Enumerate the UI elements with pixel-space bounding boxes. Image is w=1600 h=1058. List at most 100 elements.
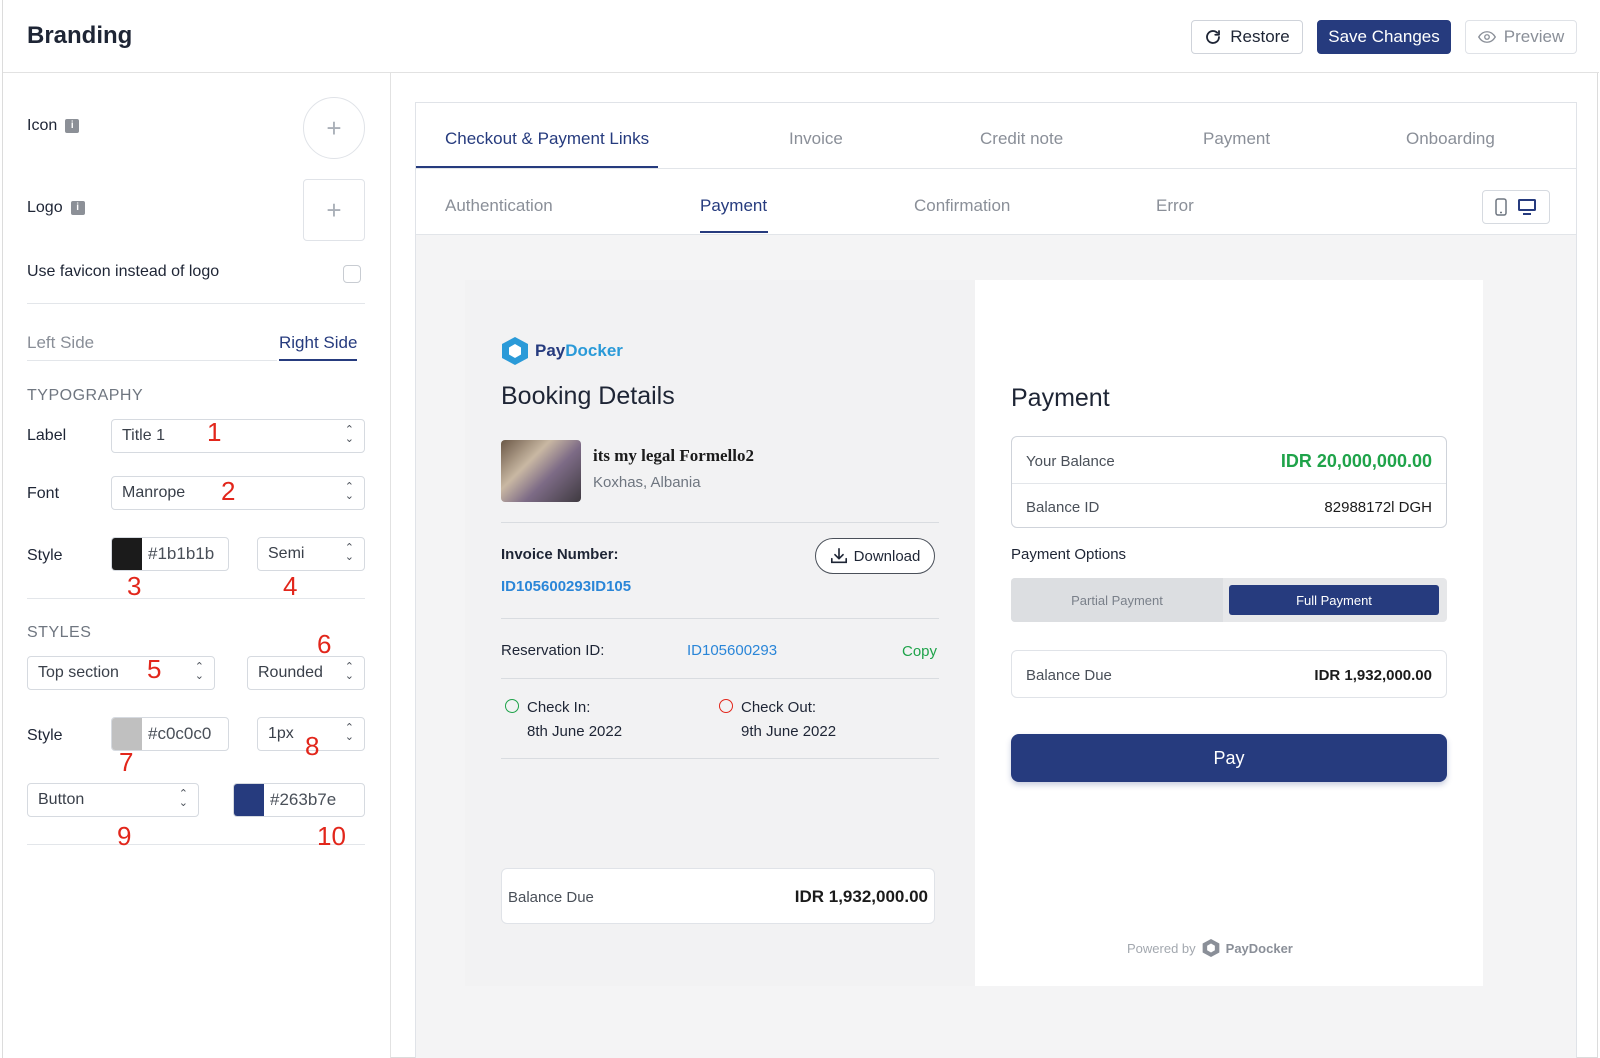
balance-due-value: IDR 1,932,000.00 — [794, 887, 928, 906]
styles-heading: STYLES — [27, 624, 92, 641]
sub-tabs: Authentication Payment Confirmation Erro… — [416, 169, 1576, 235]
section-select[interactable]: Top section ⌃ ⌄ — [27, 656, 215, 690]
download-button[interactable]: Download — [815, 538, 935, 574]
border-color-field[interactable]: #c0c0c0 — [111, 717, 229, 751]
pay-button[interactable]: Pay — [1011, 734, 1447, 782]
font-weight-value: Semi — [268, 545, 305, 562]
property-thumbnail — [501, 440, 581, 502]
divider — [501, 618, 939, 619]
annotation-number: 8 — [305, 731, 320, 761]
font-weight-select[interactable]: Semi ⌃ ⌄ — [257, 537, 365, 571]
chevron-updown-icon: ⌃ ⌄ — [344, 542, 354, 563]
device-toggle — [1482, 190, 1550, 224]
element-select-value: Button — [38, 791, 85, 808]
tab-left-side[interactable]: Left Side — [27, 333, 94, 353]
chevron-updown-icon: ⌃ ⌄ — [344, 722, 354, 743]
tab-payment-step[interactable]: Payment — [700, 196, 767, 216]
tab-payment[interactable]: Payment — [1203, 129, 1270, 149]
partial-payment-option[interactable]: Partial Payment — [1011, 578, 1223, 622]
icon-upload-button[interactable]: + — [303, 97, 365, 159]
copy-link[interactable]: Copy — [902, 643, 937, 660]
annotation-number: 5 — [147, 654, 162, 684]
section-select-value: Top section — [38, 664, 119, 681]
tab-invoice[interactable]: Invoice — [789, 129, 843, 149]
element-color-field[interactable]: #263b7e — [233, 783, 365, 817]
check-out-clock-icon — [719, 699, 733, 713]
payment-options-label: Payment Options — [1011, 546, 1127, 563]
payment-title: Payment — [1011, 384, 1110, 412]
branding-sidebar: Icon i + Logo i + Use favicon instead of l… — [3, 73, 391, 1058]
restore-button[interactable]: Restore — [1191, 20, 1303, 54]
balance-due-value: IDR 1,932,000.00 — [1314, 667, 1432, 684]
paydocker-logo-icon — [502, 337, 528, 365]
balance-id-value: 82988172l DGH — [1324, 499, 1432, 516]
divider — [27, 598, 365, 599]
save-changes-button[interactable]: Save Changes — [1317, 20, 1451, 54]
property-location: Koxhas, Albania — [593, 474, 701, 491]
check-in-label: Check In: — [527, 699, 591, 716]
color-swatch — [112, 538, 142, 570]
divider — [27, 844, 365, 845]
divider — [501, 678, 939, 679]
desktop-icon[interactable] — [1517, 198, 1537, 216]
powered-by-brand: PayDocker — [1225, 940, 1293, 956]
shape-select[interactable]: Rounded ⌃ ⌄ — [247, 656, 365, 690]
top-bar: Branding Restore Save Changes Preview — [3, 0, 1599, 73]
check-in-clock-icon — [505, 699, 519, 713]
tab-authentication[interactable]: Authentication — [445, 196, 553, 216]
booking-balance-due: Balance Due IDR 1,932,000.00 — [501, 868, 935, 924]
preview-button[interactable]: Preview — [1465, 20, 1577, 54]
app-frame: Branding Restore Save Changes Preview Ic… — [2, 0, 1599, 1058]
tab-checkout-payment-links[interactable]: Checkout & Payment Links — [445, 129, 649, 149]
invoice-number-link[interactable]: ID105600293ID105 — [501, 578, 631, 595]
tab-credit-note[interactable]: Credit note — [980, 129, 1063, 149]
divider — [27, 360, 277, 361]
font-select[interactable]: Manrope ⌃ ⌄ — [111, 476, 365, 510]
favicon-checkbox[interactable] — [343, 265, 361, 283]
tab-onboarding[interactable]: Onboarding — [1406, 129, 1495, 149]
powered-by-text: Powered by — [1127, 940, 1196, 956]
reservation-id-value[interactable]: ID105600293 — [687, 642, 777, 659]
tab-confirmation[interactable]: Confirmation — [914, 196, 1010, 216]
font-select-value: Manrope — [122, 484, 186, 501]
element-select[interactable]: Button ⌃ ⌄ — [27, 783, 199, 817]
info-icon[interactable]: i — [65, 118, 80, 133]
paydocker-logo: PayDocker — [501, 336, 623, 366]
property-name: its my legal Formello2 — [593, 446, 754, 465]
border-width-value: 1px — [268, 725, 294, 742]
annotation-number: 4 — [283, 571, 298, 601]
element-color-value: #263b7e — [270, 790, 337, 809]
label-field-title: Label — [27, 427, 67, 444]
brand-pay-text: Pay — [535, 341, 566, 360]
divider — [1012, 483, 1446, 484]
chevron-updown-icon: ⌃ ⌄ — [178, 788, 188, 809]
annotation-number: 2 — [221, 476, 236, 506]
refresh-icon — [1206, 30, 1221, 44]
annotation-number: 7 — [119, 747, 134, 777]
annotation-number: 3 — [127, 571, 142, 601]
payment-card: Payment Your Balance IDR 20,000,000.00 B… — [975, 280, 1483, 986]
logo-upload-button[interactable]: + — [303, 179, 365, 241]
mobile-icon[interactable] — [1495, 198, 1507, 216]
active-subtab-indicator — [700, 231, 768, 233]
chevron-updown-icon: ⌃ ⌄ — [344, 661, 354, 682]
label-select[interactable]: Title 1 ⌃ ⌄ — [111, 419, 365, 453]
info-icon[interactable]: i — [70, 200, 85, 215]
tab-error[interactable]: Error — [1156, 196, 1194, 216]
paydocker-mini-logo-icon — [1202, 939, 1220, 957]
border-style-title: Style — [27, 727, 63, 744]
label-select-value: Title 1 — [122, 427, 165, 444]
annotation-number: 10 — [317, 821, 346, 851]
tab-right-side[interactable]: Right Side — [279, 333, 358, 361]
color-swatch — [234, 784, 264, 816]
text-color-field[interactable]: #1b1b1b — [111, 537, 229, 571]
full-payment-option[interactable]: Full Payment — [1229, 585, 1439, 615]
typography-heading: TYPOGRAPHY — [27, 387, 144, 404]
text-color-value: #1b1b1b — [148, 544, 215, 563]
download-label: Download — [853, 547, 921, 565]
annotation-number: 9 — [117, 821, 132, 851]
check-in-date: 8th June 2022 — [527, 723, 623, 740]
plus-icon: + — [326, 194, 342, 225]
eye-icon — [1477, 31, 1496, 43]
preview-label: Preview — [1503, 27, 1565, 46]
